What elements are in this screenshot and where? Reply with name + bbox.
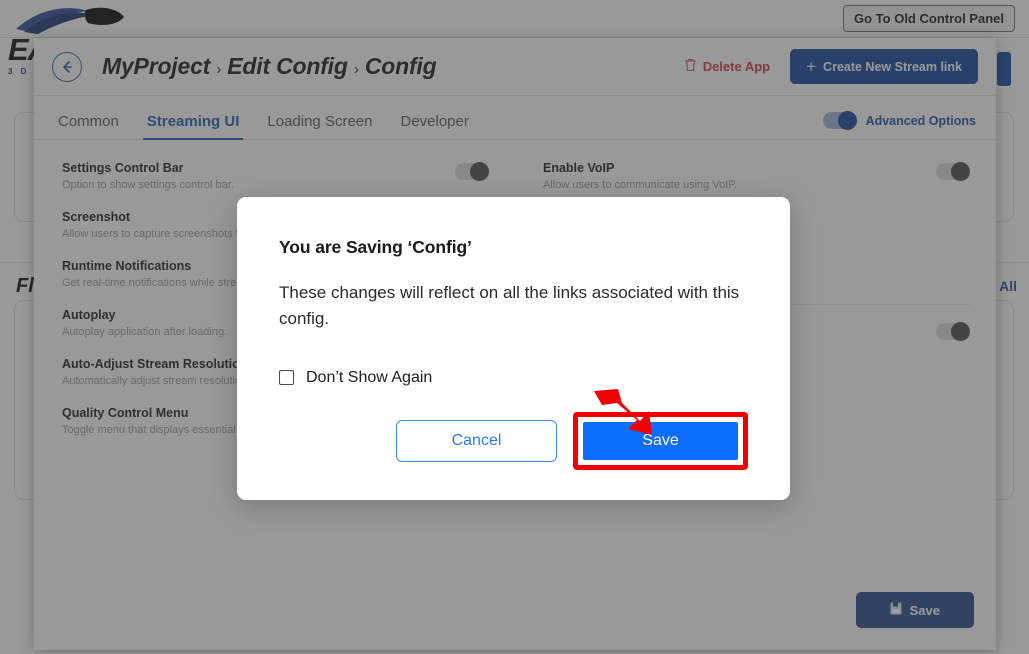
screen: Go To Old Control Panel EAGLE 3 D Flip V… [0, 0, 1029, 654]
delete-app-button[interactable]: Delete App [684, 58, 770, 75]
tab-developer[interactable]: Developer [386, 113, 482, 139]
panel-save-label: Save [909, 602, 940, 618]
advanced-options-control[interactable]: Advanced Options [822, 111, 976, 130]
dont-show-again-label: Don’t Show Again [306, 368, 433, 386]
panel-footer: Save [855, 592, 974, 628]
toggle-knob [470, 162, 489, 181]
panel-header: MyProject › Edit Config › Config Delete … [34, 38, 996, 96]
setting-toggle[interactable] [455, 162, 489, 181]
modal-message: These changes will reflect on all the li… [279, 283, 740, 329]
tab-loading-screen[interactable]: Loading Screen [253, 113, 386, 139]
chevron-right-icon: › [216, 61, 222, 78]
setting-text: Enable VoIP Allow users to communicate u… [543, 159, 922, 194]
trash-icon [684, 58, 697, 75]
panel-tabs: Common Streaming UI Loading Screen Devel… [34, 96, 996, 140]
breadcrumb: MyProject › Edit Config › Config [102, 53, 437, 80]
setting-toggle[interactable] [936, 162, 970, 181]
toggle-knob [951, 162, 970, 181]
setting-text: Settings Control Bar Option to show sett… [62, 159, 441, 194]
tab-common[interactable]: Common [52, 113, 133, 139]
save-button-highlight: Save [573, 412, 748, 470]
breadcrumb-item-config: Config [364, 53, 437, 79]
tab-streaming-ui[interactable]: Streaming UI [133, 113, 254, 140]
breadcrumb-item-project[interactable]: MyProject [102, 53, 210, 80]
modal-actions: Cancel Save [396, 412, 748, 470]
setting-enable-voip[interactable]: Enable VoIP Allow users to communicate u… [543, 159, 970, 194]
setting-desc: Allow users to communicate using VoIP. [543, 179, 738, 192]
chevron-right-icon-2: › [353, 61, 359, 78]
advanced-options-label: Advanced Options [865, 113, 976, 128]
setting-toggle[interactable] [936, 322, 970, 342]
save-button[interactable]: Save [583, 422, 738, 460]
modal-title: You are Saving ‘Config’ [279, 237, 472, 257]
plus-icon: + [806, 57, 817, 76]
dont-show-again-row[interactable]: Don’t Show Again [279, 369, 748, 387]
breadcrumb-item-edit-config[interactable]: Edit Config [227, 53, 348, 80]
toggle-knob [837, 111, 857, 130]
setting-title: Settings Control Bar [62, 161, 184, 175]
cancel-button[interactable]: Cancel [396, 420, 557, 462]
advanced-options-toggle[interactable] [822, 111, 857, 130]
save-confirmation-modal: You are Saving ‘Config’ These changes wi… [237, 197, 790, 500]
panel-save-button[interactable]: Save [855, 592, 974, 628]
create-new-stream-link-button[interactable]: + Create New Stream link [790, 49, 978, 84]
toggle-knob [951, 322, 970, 342]
dont-show-again-checkbox[interactable] [279, 370, 294, 386]
delete-app-label: Delete App [702, 59, 771, 74]
setting-title: Enable VoIP [543, 161, 615, 175]
arrow-left-icon[interactable] [52, 51, 82, 82]
floppy-save-icon [890, 602, 902, 618]
create-new-stream-link-label: Create New Stream link [823, 59, 962, 74]
setting-desc: Option to show settings control bar. [62, 179, 234, 192]
setting-settings-control-bar[interactable]: Settings Control Bar Option to show sett… [62, 159, 489, 194]
